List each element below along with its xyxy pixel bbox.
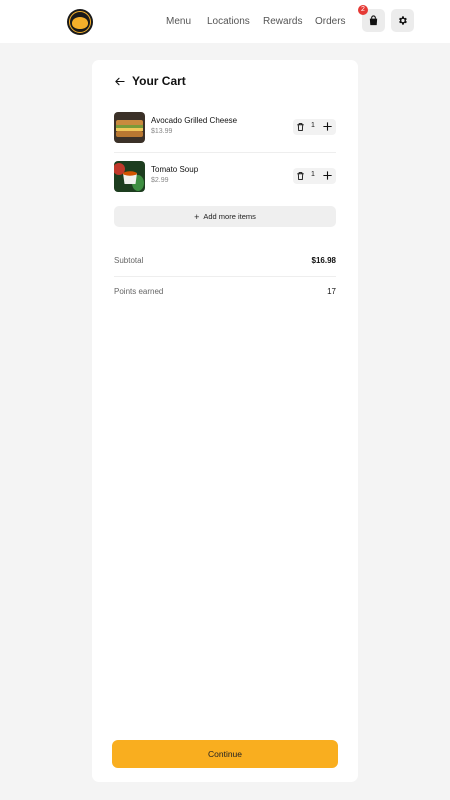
quantity-stepper: 1 [293, 168, 336, 184]
nav-link-locations[interactable]: Locations [207, 16, 250, 27]
plus-icon[interactable] [322, 170, 333, 181]
brand-logo[interactable] [67, 9, 93, 35]
plus-icon: + [194, 211, 200, 222]
nav-link-menu[interactable]: Menu [166, 16, 191, 27]
soup-photo [114, 161, 145, 192]
cart-count-badge: 2 [358, 5, 368, 15]
points-value: 17 [327, 287, 336, 296]
item-name: Tomato Soup [151, 165, 199, 174]
item-price: $2.99 [151, 177, 169, 184]
add-more-items-button[interactable]: + Add more items [114, 206, 336, 227]
settings-button[interactable] [391, 9, 414, 32]
trash-icon[interactable] [296, 122, 305, 132]
page-title: Your Cart [132, 74, 186, 88]
quantity-value: 1 [311, 122, 315, 129]
continue-button[interactable]: Continue [112, 740, 338, 768]
cart-button[interactable]: 2 [358, 5, 385, 32]
add-more-label: Add more items [203, 212, 256, 221]
cart-header: Your Cart [114, 74, 186, 88]
cart-panel: Your Cart Avocado Grilled Cheese $13.99 … [92, 60, 358, 782]
subtotal-value: $16.98 [311, 256, 336, 265]
plus-icon[interactable] [322, 121, 333, 132]
logo-ring [69, 11, 91, 33]
item-divider [114, 152, 336, 153]
trash-icon[interactable] [296, 171, 305, 181]
subtotal-label: Subtotal [114, 256, 144, 265]
item-price: $13.99 [151, 128, 173, 135]
quantity-stepper: 1 [293, 119, 336, 135]
back-arrow-icon[interactable] [114, 76, 125, 87]
gear-icon [399, 16, 407, 25]
shopping-bag-icon [369, 15, 378, 26]
points-label: Points earned [114, 287, 164, 296]
cart-item: Tomato Soup $2.99 1 [114, 161, 336, 194]
nav-link-rewards[interactable]: Rewards [263, 16, 302, 27]
quantity-value: 1 [311, 171, 315, 178]
cart-item: Avocado Grilled Cheese $13.99 1 [114, 112, 336, 145]
sandwich-photo [114, 112, 145, 143]
top-navigation-bar: Menu Locations Rewards Orders 2 [0, 0, 450, 43]
summary-divider [114, 276, 336, 277]
nav-link-orders[interactable]: Orders [315, 16, 346, 27]
item-name: Avocado Grilled Cheese [151, 116, 238, 125]
